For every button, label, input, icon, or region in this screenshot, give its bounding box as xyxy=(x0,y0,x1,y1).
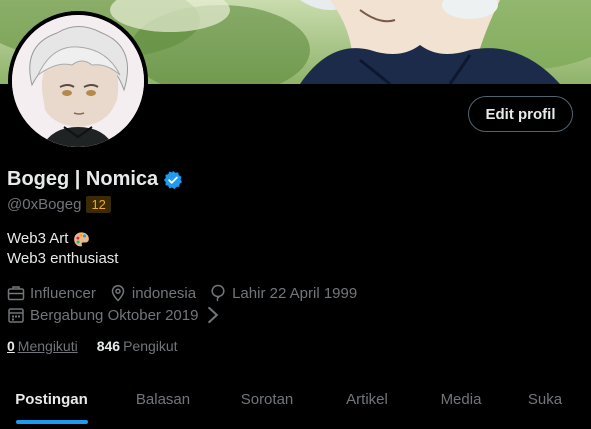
handle-row: @0xBogeg 12 xyxy=(7,196,111,213)
follow-stats: 0 Mengikuti 846 Pengikut xyxy=(7,338,197,354)
active-tab-indicator xyxy=(16,420,88,424)
tab-sorotan[interactable]: Sorotan xyxy=(223,374,311,424)
bio-line-1: Web3 Art xyxy=(7,230,69,247)
level-badge: 12 xyxy=(86,196,111,213)
display-name: Bogeg | Nomica xyxy=(7,168,159,190)
followers-label: Pengikut xyxy=(123,338,178,354)
briefcase-icon xyxy=(7,286,25,301)
following-count: 0 xyxy=(7,338,15,354)
chevron-right-icon[interactable] xyxy=(204,306,222,324)
tab-artikel[interactable]: Artikel xyxy=(311,374,423,424)
location-pin-icon xyxy=(111,285,125,302)
verified-badge-icon[interactable] xyxy=(163,170,183,190)
birthday-text: Lahir 22 April 1999 xyxy=(232,284,358,302)
followers-count: 846 xyxy=(96,338,121,354)
meta-location: indonesia xyxy=(109,284,196,302)
tab-postingan[interactable]: Postingan xyxy=(0,374,103,424)
meta-category: Influencer xyxy=(7,284,96,302)
profile-avatar[interactable] xyxy=(8,11,148,151)
profile-name-row: Bogeg | Nomica xyxy=(7,168,183,191)
joined-text: Bergabung Oktober 2019 xyxy=(30,306,199,324)
tab-label: Media xyxy=(440,390,482,408)
tab-label: Postingan xyxy=(15,390,88,408)
category-text: Influencer xyxy=(30,284,96,302)
edit-profile-button[interactable]: Edit profil xyxy=(468,96,573,132)
following-label: Mengikuti xyxy=(17,338,78,354)
tab-label: Artikel xyxy=(346,390,388,408)
meta-birthday: Lahir 22 April 1999 xyxy=(209,284,357,302)
artist-palette-icon xyxy=(74,231,90,246)
followers-link[interactable]: 846 Pengikut xyxy=(97,338,178,354)
profile-handle: @0xBogeg xyxy=(7,196,82,213)
tab-media[interactable]: Media xyxy=(423,374,499,424)
meta-joined[interactable]: Bergabung Oktober 2019 xyxy=(7,306,227,324)
tab-suka[interactable]: Suka xyxy=(499,374,591,424)
bio-line-2: Web3 enthusiast xyxy=(7,250,119,267)
profile-bio: Web3 Art Web3 enthusiast xyxy=(7,229,118,269)
tab-label: Suka xyxy=(527,390,563,408)
tab-balasan[interactable]: Balasan xyxy=(103,374,223,424)
balloon-icon xyxy=(211,284,225,302)
calendar-icon xyxy=(8,308,24,323)
profile-meta: Influencer indonesia Lahir 22 April 1999 xyxy=(7,282,370,326)
profile-tabs: Postingan Balasan Sorotan Artikel Media … xyxy=(0,374,591,429)
tab-label: Sorotan xyxy=(240,390,294,408)
following-link[interactable]: 0 Mengikuti xyxy=(7,338,78,354)
tab-label: Balasan xyxy=(135,390,191,408)
location-text: indonesia xyxy=(131,284,197,302)
